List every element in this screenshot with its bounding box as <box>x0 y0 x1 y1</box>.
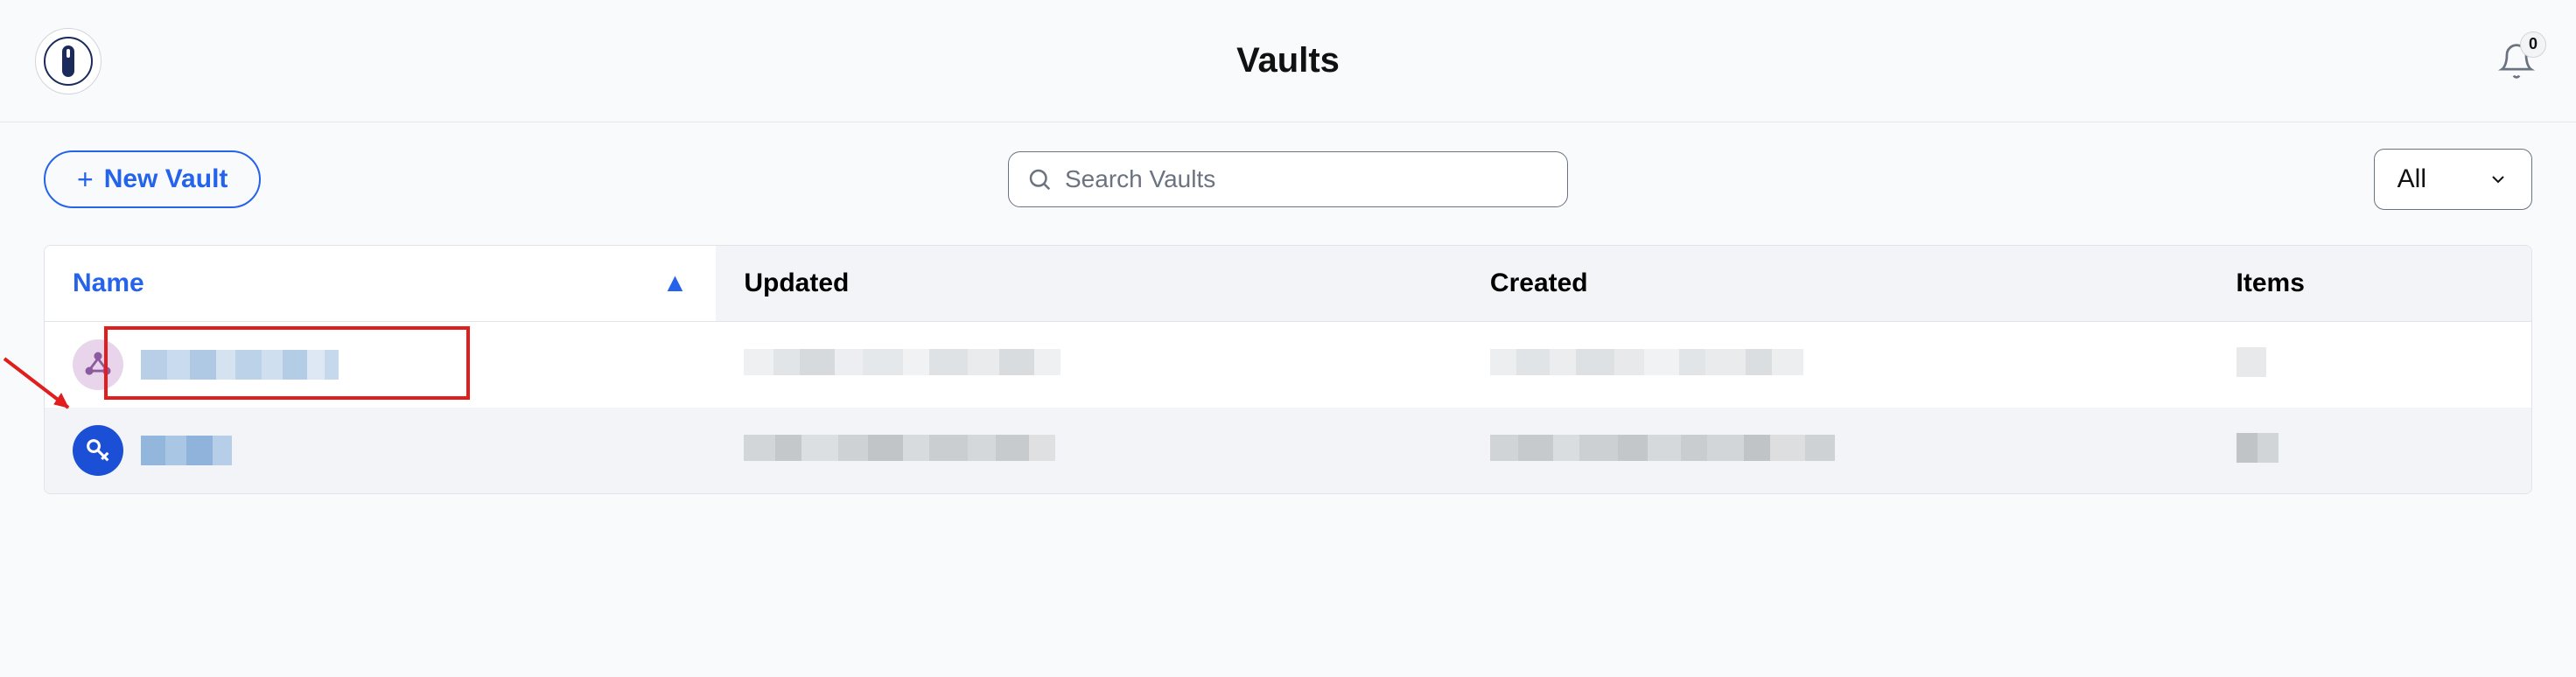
top-header: Vaults 0 <box>0 0 2576 122</box>
vault-personal-icon <box>73 425 123 476</box>
chevron-down-icon <box>2488 169 2509 190</box>
vaults-table-container: Name ▲ Updated Created Items <box>44 245 2532 494</box>
redacted-text <box>1490 349 1803 375</box>
search-input[interactable] <box>1065 165 1550 193</box>
vault-shared-icon <box>73 339 123 390</box>
notification-count-badge: 0 <box>2520 31 2546 58</box>
filter-selected-label: All <box>2398 164 2426 194</box>
table-row[interactable] <box>45 322 2531 408</box>
onepassword-icon <box>44 37 93 86</box>
column-header-updated[interactable]: Updated <box>716 246 1462 322</box>
bell-icon[interactable]: 0 <box>2492 37 2541 86</box>
redacted-text <box>2236 433 2278 463</box>
redacted-text <box>1490 435 1835 461</box>
page-title: Vaults <box>1236 41 1340 80</box>
redacted-text <box>744 349 1060 375</box>
plus-icon: + <box>77 165 94 193</box>
column-header-created[interactable]: Created <box>1462 246 2208 322</box>
new-vault-button[interactable]: + New Vault <box>44 150 261 208</box>
app-logo[interactable] <box>35 28 102 94</box>
search-icon <box>1026 166 1053 192</box>
filter-dropdown[interactable]: All <box>2374 149 2532 210</box>
table-row[interactable] <box>45 408 2531 493</box>
search-input-wrapper[interactable] <box>1008 151 1568 207</box>
redacted-text <box>141 436 232 465</box>
redacted-text <box>2236 347 2266 377</box>
new-vault-label: New Vault <box>104 164 228 194</box>
redacted-text <box>744 435 1055 461</box>
redacted-text <box>141 350 339 380</box>
column-header-name[interactable]: Name ▲ <box>45 246 716 322</box>
column-header-items[interactable]: Items <box>2208 246 2531 322</box>
vaults-table: Name ▲ Updated Created Items <box>45 246 2531 493</box>
toolbar: + New Vault All <box>0 122 2576 245</box>
notifications[interactable]: 0 <box>2492 37 2541 86</box>
sort-asc-icon: ▲ <box>662 269 689 298</box>
